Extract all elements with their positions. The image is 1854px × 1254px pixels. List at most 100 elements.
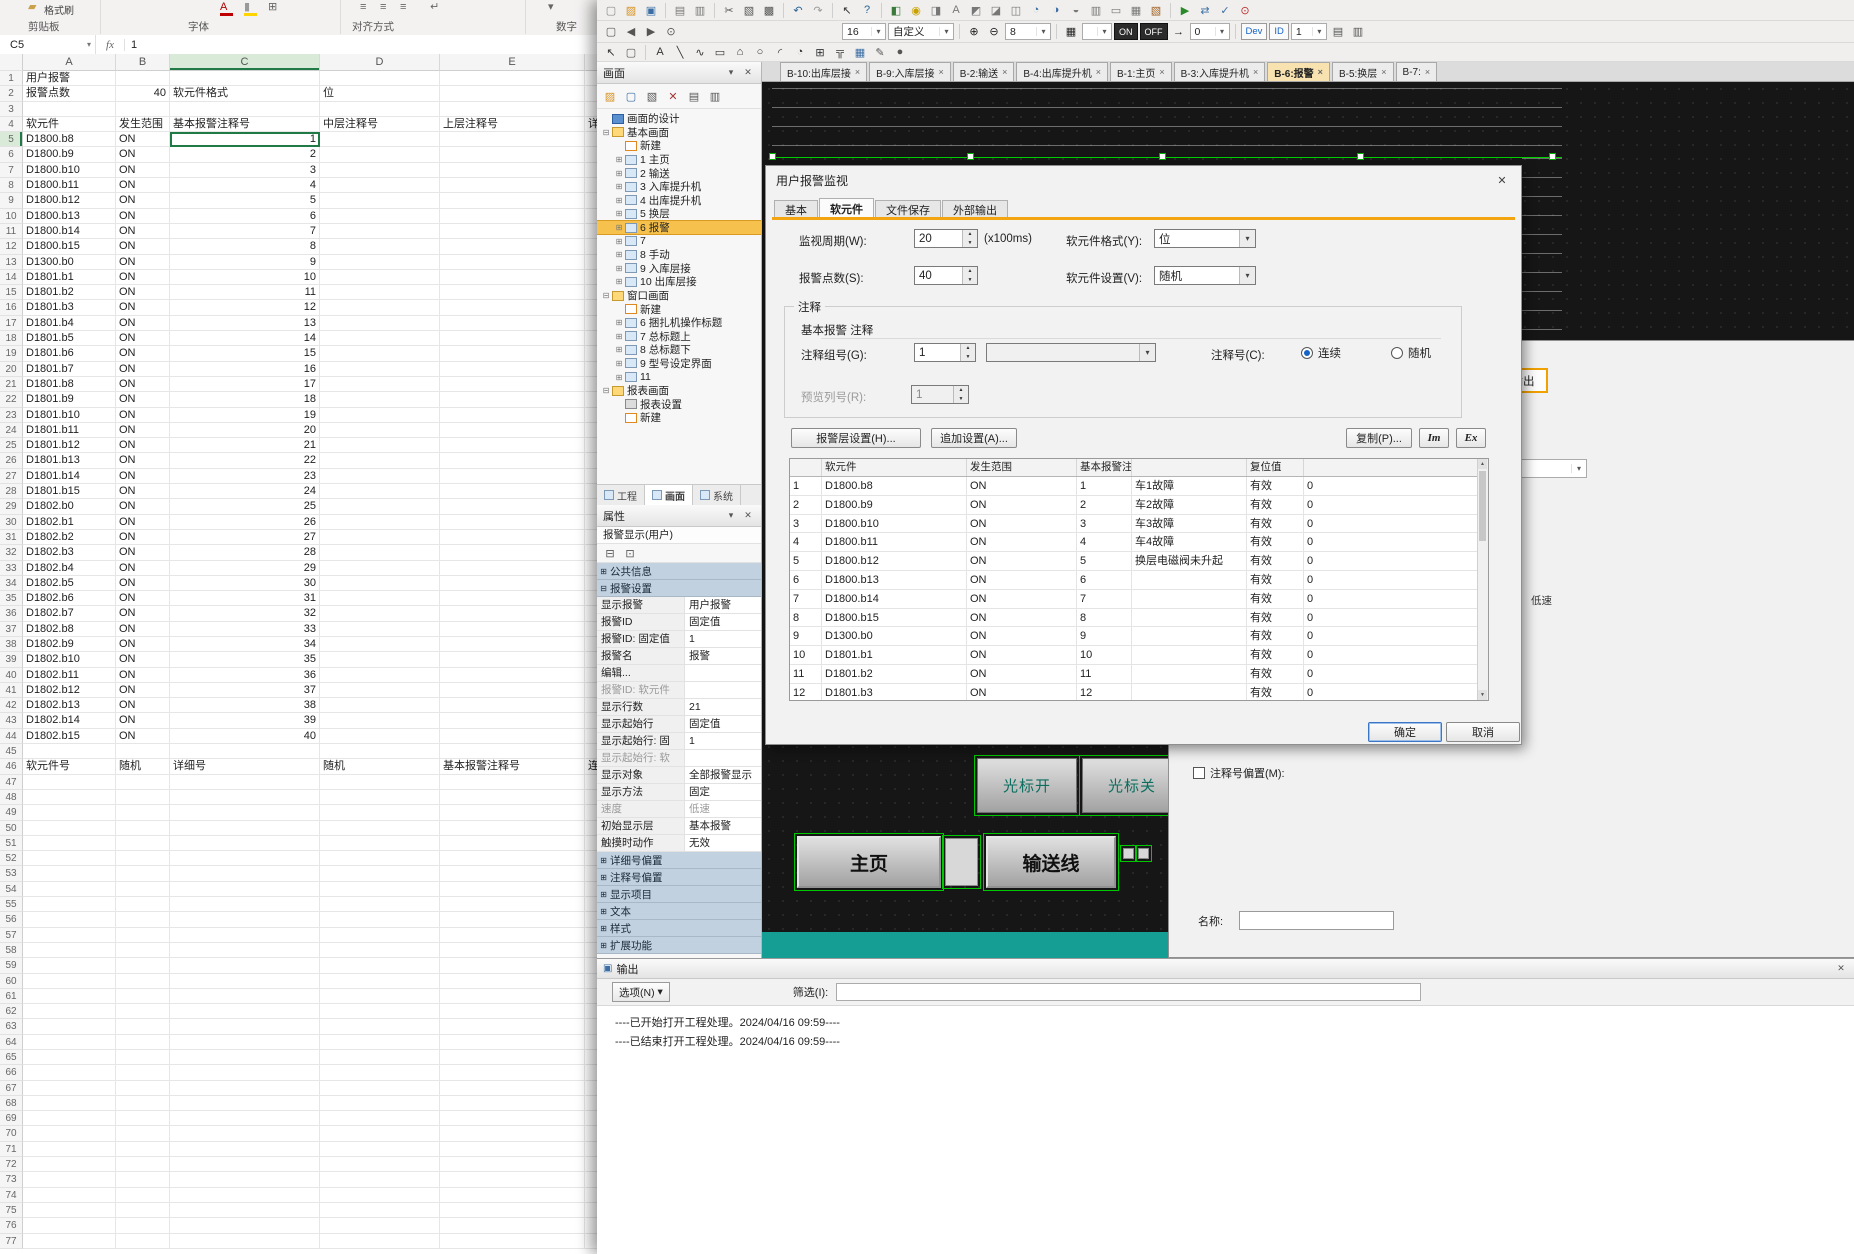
alarm-table-row[interactable]: 6D1800.b13ON6有效0 <box>790 571 1488 590</box>
excel-cell[interactable] <box>440 71 585 86</box>
excel-cell[interactable] <box>320 1172 440 1187</box>
excel-cell[interactable] <box>116 897 170 912</box>
excel-cell[interactable] <box>170 71 320 86</box>
tree-expander-icon[interactable]: ⊞ <box>614 155 624 164</box>
excel-cell[interactable]: D1801.b1 <box>23 270 116 285</box>
tree-item[interactable]: ⊞1 主页 <box>597 153 761 167</box>
excel-cell[interactable] <box>170 1096 320 1111</box>
prop-section[interactable]: ⊞扩展功能 <box>597 937 761 954</box>
excel-cell[interactable] <box>320 515 440 530</box>
excel-cell[interactable]: ON <box>116 453 170 468</box>
excel-cell[interactable]: D1801.b9 <box>23 392 116 407</box>
excel-row-header[interactable]: 22 <box>0 392 23 407</box>
excel-cell[interactable]: 5 <box>170 193 320 208</box>
excel-cell[interactable] <box>116 805 170 820</box>
tree-expander-icon[interactable]: ⊟ <box>601 291 611 300</box>
excel-cell[interactable] <box>170 1035 320 1050</box>
excel-cell[interactable]: 9 <box>170 255 320 270</box>
excel-cell[interactable] <box>320 1111 440 1126</box>
excel-cell[interactable] <box>23 1096 116 1111</box>
excel-cell[interactable] <box>116 974 170 989</box>
alarm-table-row[interactable]: 12D1801.b3ON12有效0 <box>790 684 1488 701</box>
ascii-display-icon[interactable]: A <box>947 2 965 18</box>
excel-row-header[interactable]: 15 <box>0 285 23 300</box>
panel-tab-工程[interactable]: 工程 <box>597 485 645 505</box>
tree-item[interactable]: ⊞3 入库提升机 <box>597 180 761 194</box>
tree-item[interactable]: ⊞7 总标题上 <box>597 330 761 344</box>
excel-cell[interactable] <box>440 1050 585 1065</box>
tree-item[interactable]: ⊞6 报警 <box>597 221 761 235</box>
excel-cell[interactable] <box>170 974 320 989</box>
excel-cell[interactable] <box>440 928 585 943</box>
excel-cell[interactable] <box>440 331 585 346</box>
excel-cell[interactable] <box>320 300 440 315</box>
excel-cell[interactable] <box>440 775 585 790</box>
excel-cell[interactable]: 8 <box>170 239 320 254</box>
tree-item[interactable]: 报表设置 <box>597 397 761 411</box>
section-expander-icon[interactable]: ⊞ <box>597 907 610 916</box>
device-format-combo[interactable]: 位 ▾ <box>1154 229 1256 248</box>
section-expander-icon[interactable]: ⊞ <box>597 890 610 899</box>
prop-row[interactable]: 报警ID固定值 <box>597 614 761 631</box>
excel-cell[interactable] <box>170 882 320 897</box>
number-format-dropdown-icon[interactable]: ▾ <box>548 1 554 14</box>
excel-cell[interactable] <box>116 1172 170 1187</box>
excel-cell[interactable] <box>23 866 116 881</box>
excel-cell[interactable] <box>320 132 440 147</box>
excel-cell[interactable]: D1800.b13 <box>23 209 116 224</box>
screen-tab[interactable]: B-7:× <box>1396 62 1438 81</box>
excel-cell[interactable] <box>440 255 585 270</box>
tree-item[interactable]: ⊟报表画面 <box>597 384 761 398</box>
excel-cell[interactable] <box>440 1035 585 1050</box>
excel-cell[interactable]: 基本报警注释号 <box>170 117 320 132</box>
excel-cell[interactable] <box>320 576 440 591</box>
excel-cell[interactable] <box>440 102 585 117</box>
alarm-display-object[interactable] <box>772 88 1562 157</box>
excel-cell[interactable] <box>320 1096 440 1111</box>
device-setting-combo[interactable]: 随机 ▾ <box>1154 266 1256 285</box>
excel-cell[interactable] <box>440 683 585 698</box>
excel-cell[interactable] <box>320 285 440 300</box>
excel-row-header[interactable]: 30 <box>0 515 23 530</box>
excel-cell[interactable]: D1802.b6 <box>23 591 116 606</box>
excel-cell[interactable]: D1802.b11 <box>23 668 116 683</box>
excel-cell[interactable] <box>170 1157 320 1172</box>
tree-item[interactable]: 新建 <box>597 139 761 153</box>
excel-cell[interactable] <box>320 499 440 514</box>
excel-cell[interactable]: 28 <box>170 545 320 560</box>
excel-cell[interactable]: ON <box>116 499 170 514</box>
excel-cell[interactable] <box>320 530 440 545</box>
tree-item[interactable]: ⊞6 捆扎机操作标题 <box>597 316 761 330</box>
excel-row-header[interactable]: 10 <box>0 209 23 224</box>
excel-cell[interactable] <box>116 958 170 973</box>
excel-cell[interactable] <box>320 545 440 560</box>
select-tool-icon[interactable]: ↖ <box>602 44 620 60</box>
arc-tool-icon[interactable]: ◜ <box>771 44 789 60</box>
simulator-icon[interactable]: ▶ <box>1176 2 1194 18</box>
excel-cell[interactable] <box>116 744 170 759</box>
delete-screen-icon[interactable]: ✕ <box>664 88 682 104</box>
prop-row[interactable]: 显示起始行固定值 <box>597 716 761 733</box>
excel-row-header[interactable]: 18 <box>0 331 23 346</box>
excel-cell[interactable]: 发生范围 <box>116 117 170 132</box>
transfer-icon[interactable]: ⇄ <box>1196 2 1214 18</box>
excel-cell[interactable] <box>440 637 585 652</box>
scale-tool-icon[interactable]: ⊞ <box>811 44 829 60</box>
tab-close-icon[interactable]: × <box>1381 67 1386 77</box>
excel-cell[interactable] <box>320 989 440 1004</box>
excel-row-header[interactable]: 53 <box>0 866 23 881</box>
excel-col-header-B[interactable]: B <box>116 54 170 71</box>
excel-row-header[interactable]: 33 <box>0 561 23 576</box>
excel-cell[interactable] <box>320 1218 440 1233</box>
font-size-combo[interactable]: 16▾ <box>842 23 886 40</box>
prop-row[interactable]: 报警ID: 固定值1 <box>597 631 761 648</box>
excel-cell[interactable]: ON <box>116 698 170 713</box>
excel-cell[interactable]: ON <box>116 545 170 560</box>
excel-cell[interactable]: 22 <box>170 453 320 468</box>
excel-row-header[interactable]: 45 <box>0 744 23 759</box>
excel-cell[interactable]: ON <box>116 300 170 315</box>
selected-object-label[interactable]: 报警显示(用户) <box>597 527 761 544</box>
tab-close-icon[interactable]: × <box>939 67 944 77</box>
alarm-table-row[interactable]: 7D1800.b14ON7有效0 <box>790 590 1488 609</box>
screen-tab[interactable]: B-9:入库层接× <box>869 62 951 81</box>
